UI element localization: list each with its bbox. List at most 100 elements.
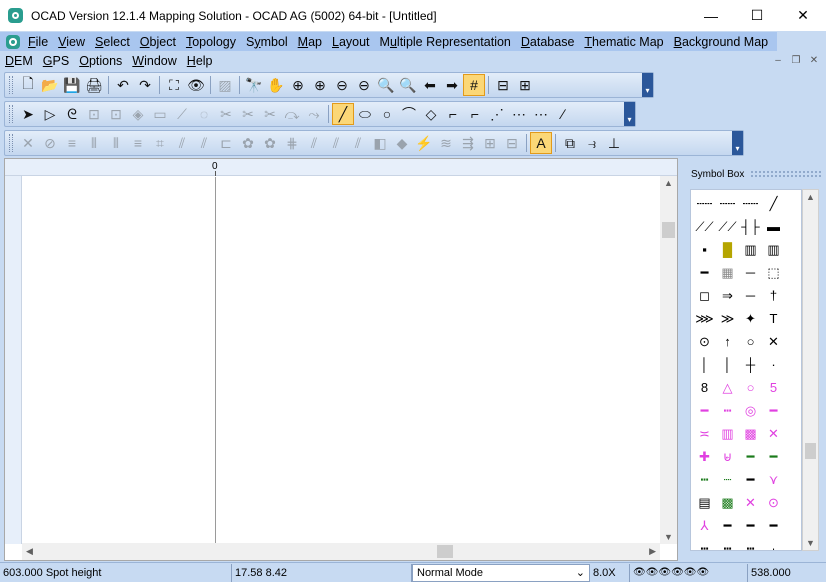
tool-button-icon[interactable]: ⌒ <box>398 103 420 125</box>
symbol-swatch[interactable]: ◎ <box>739 399 762 422</box>
toolbar-options-button[interactable]: ▾ <box>624 102 635 126</box>
tool-button-icon[interactable]: ✋ <box>265 74 287 96</box>
symbol-swatch[interactable]: ┅ <box>739 537 762 550</box>
tool-button-icon[interactable]: ✿ <box>237 132 259 154</box>
tool-button-icon[interactable]: ⊞ <box>479 132 501 154</box>
scroll-right-icon[interactable]: ▶ <box>649 546 656 557</box>
symbol-swatch[interactable]: ▩ <box>739 422 762 445</box>
tool-button-icon[interactable]: ⧉ <box>559 132 581 154</box>
symbol-swatch[interactable]: │ <box>693 353 716 376</box>
tool-button-icon[interactable]: ✂ <box>259 103 281 125</box>
tool-button-icon[interactable]: ⚡ <box>413 132 435 154</box>
toolbar-grip[interactable] <box>9 105 13 123</box>
symbol-swatch[interactable]: ╷ <box>762 537 785 550</box>
tool-button-icon[interactable]: 👁 <box>185 74 207 96</box>
symbol-swatch[interactable]: ━ <box>693 399 716 422</box>
visibility-icons[interactable]: 👁👁👁👁👁👁 <box>630 563 748 582</box>
tool-button-icon[interactable]: 💾 <box>61 74 83 96</box>
tool-button-icon[interactable]: ⇶ <box>457 132 479 154</box>
menu-help[interactable]: Help <box>182 54 218 68</box>
symbol-swatch[interactable]: ✚ <box>693 445 716 468</box>
tool-button-icon[interactable]: ⊕ <box>309 74 331 96</box>
tool-button-icon[interactable]: ⫽ <box>325 132 347 154</box>
symbol-swatch[interactable]: 8 <box>693 376 716 399</box>
symbol-swatch[interactable]: ▦ <box>716 261 739 284</box>
tool-button-icon[interactable]: ⌐ <box>442 103 464 125</box>
tool-button-icon[interactable]: A <box>530 132 552 154</box>
tool-button-icon[interactable]: ⤳ <box>303 103 325 125</box>
symbol-swatch[interactable]: ⬚ <box>762 261 785 284</box>
tool-button-icon[interactable]: ✿ <box>259 132 281 154</box>
symbol-swatch[interactable]: ┤├ <box>739 215 762 238</box>
symbol-swatch[interactable]: ─ <box>739 261 762 284</box>
map-vertical-scroll-thumb[interactable] <box>662 222 675 238</box>
tool-button-icon[interactable]: ⫽ <box>347 132 369 154</box>
tool-button-icon[interactable]: ➤ <box>17 103 39 125</box>
symbol-swatch[interactable]: ─ <box>739 284 762 307</box>
symbol-scroll-up-icon[interactable]: ▲ <box>806 192 815 202</box>
menu-gps[interactable]: GPS <box>38 54 74 68</box>
menu-file[interactable]: File <box>23 35 53 49</box>
tool-button-icon[interactable]: ⛶ <box>163 74 185 96</box>
tool-button-icon[interactable]: ⊡ <box>83 103 105 125</box>
tool-button-icon[interactable]: ⬅ <box>419 74 441 96</box>
tool-button-icon[interactable]: ⫽ <box>303 132 325 154</box>
menu-symbol[interactable]: Symbol <box>241 35 293 49</box>
symbol-swatch[interactable]: ━ <box>762 445 785 468</box>
symbol-swatch[interactable]: ┅ <box>716 537 739 550</box>
tool-button-icon[interactable]: ⦀ <box>83 132 105 154</box>
symbol-swatch[interactable]: ━ <box>693 261 716 284</box>
mode-select[interactable]: Normal Mode ⌄ <box>412 563 590 582</box>
tool-button-icon[interactable]: ≡ <box>61 132 83 154</box>
tool-button-icon[interactable]: ⌐ <box>464 103 486 125</box>
tool-button-icon[interactable]: ↶ <box>112 74 134 96</box>
tool-button-icon[interactable]: ⊥ <box>603 132 625 154</box>
symbol-swatch[interactable]: ✕ <box>739 491 762 514</box>
tool-button-icon[interactable]: ⫽ <box>193 132 215 154</box>
toolbar-options-button[interactable]: ▾ <box>642 73 653 97</box>
document-minimize-button[interactable]: – <box>770 53 786 67</box>
symbol-swatch[interactable]: ╱ <box>762 192 785 215</box>
tool-button-icon[interactable]: ᘓ <box>61 103 83 125</box>
tool-button-icon[interactable]: ⦀ <box>105 132 127 154</box>
tool-button-icon[interactable]: ⫽ <box>171 132 193 154</box>
menu-thematic-map[interactable]: Thematic Map <box>579 35 668 49</box>
tool-button-icon[interactable]: ✂ <box>215 103 237 125</box>
symbol-swatch[interactable]: ○ <box>739 376 762 399</box>
tool-button-icon[interactable]: ⊞ <box>514 74 536 96</box>
symbol-swatch[interactable]: ⟋⟋ <box>716 215 739 238</box>
tool-button-icon[interactable]: 🔍 <box>375 74 397 96</box>
tool-button-icon[interactable]: ○ <box>376 103 398 125</box>
menu-select[interactable]: Select <box>90 35 135 49</box>
symbol-swatch[interactable]: ┅ <box>716 399 739 422</box>
tool-button-icon[interactable]: ◆ <box>391 132 413 154</box>
tool-button-icon[interactable]: ◇ <box>420 103 442 125</box>
symbol-swatch[interactable]: █ <box>716 238 739 261</box>
tool-button-icon[interactable]: ⋰ <box>486 103 508 125</box>
symbol-swatch[interactable]: ┈ <box>716 468 739 491</box>
tool-button-icon[interactable]: ⊟ <box>501 132 523 154</box>
symbol-swatch[interactable]: ▥ <box>762 238 785 261</box>
symbol-swatch[interactable]: ━ <box>739 468 762 491</box>
tool-button-icon[interactable]: ≋ <box>435 132 457 154</box>
symbol-swatch[interactable]: △ <box>716 376 739 399</box>
symbol-swatch[interactable]: ⊙ <box>693 330 716 353</box>
tool-button-icon[interactable]: ⊕ <box>287 74 309 96</box>
symbol-swatch[interactable]: ┄┄ <box>693 192 716 215</box>
symbol-swatch[interactable]: ✕ <box>762 422 785 445</box>
symbol-swatch[interactable]: ≫ <box>716 307 739 330</box>
map-horizontal-scroll-thumb[interactable] <box>437 545 453 558</box>
tool-button-icon[interactable]: ◈ <box>127 103 149 125</box>
tool-button-icon[interactable]: ⋕ <box>281 132 303 154</box>
tool-button-icon[interactable]: ▨ <box>214 74 236 96</box>
tool-button-icon[interactable]: 🖨 <box>83 74 105 96</box>
symbol-swatch[interactable]: ━ <box>739 445 762 468</box>
document-close-button[interactable]: ✕ <box>806 53 822 67</box>
symbol-box-scrollbar[interactable]: ▲ ▼ <box>802 189 819 551</box>
minimize-button[interactable]: — <box>688 0 734 31</box>
symbol-swatch[interactable]: ⅄ <box>693 514 716 537</box>
tool-button-icon[interactable]: ╱ <box>332 103 354 125</box>
symbol-swatch[interactable]: ◻ <box>693 284 716 307</box>
tool-button-icon[interactable]: 📂 <box>39 74 61 96</box>
maximize-button[interactable]: ☐ <box>734 0 780 31</box>
